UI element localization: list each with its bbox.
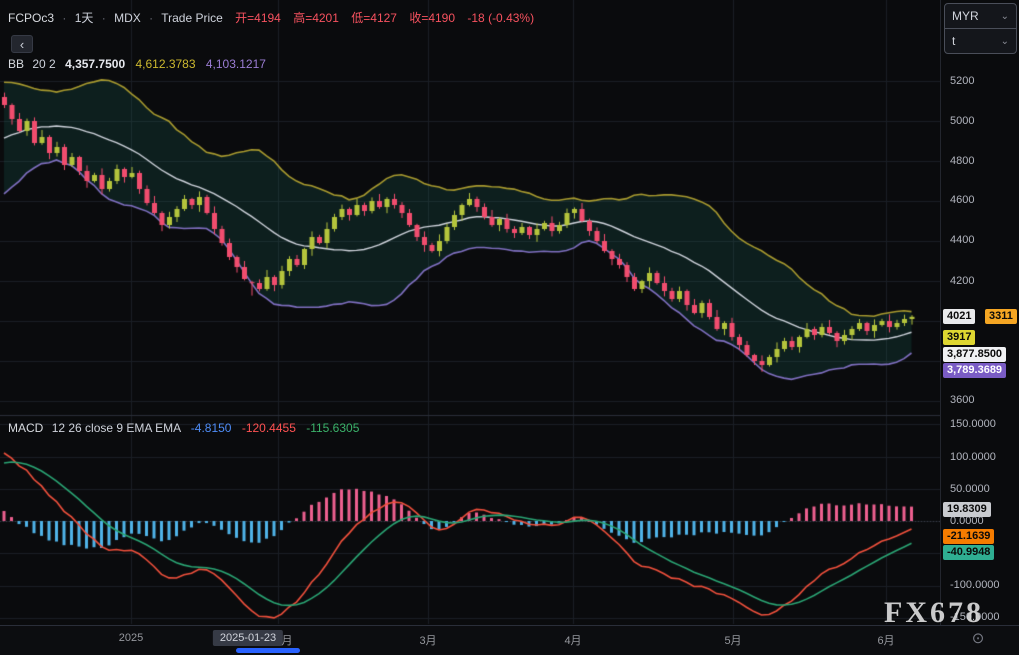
- chevron-down-icon: ⌄: [1001, 36, 1009, 47]
- price-tick: 5200: [950, 74, 974, 88]
- bb-name: BB: [8, 57, 24, 71]
- ohlc-low: 低=4127: [351, 11, 397, 25]
- macd-params: 12 26 close 9 EMA EMA: [52, 421, 181, 435]
- time-label: 2025: [119, 632, 143, 644]
- separator-dot: ·: [149, 11, 153, 25]
- last-price-badge: 4021: [943, 309, 975, 324]
- macd-tick: 100.0000: [950, 450, 996, 464]
- time-axis[interactable]: 2025 2025-01-23 月 3月 4月 5月 6月 ⊙: [0, 625, 1019, 655]
- macd-line-badge: -21.1639: [943, 529, 994, 544]
- macd-signal-badge: -40.9948: [943, 545, 994, 560]
- price-tick: 4600: [950, 193, 974, 207]
- time-label: 4月: [564, 632, 581, 648]
- chevron-down-icon: ⌄: [1001, 11, 1009, 22]
- bb-params: 20 2: [32, 57, 55, 71]
- bb-basis-badge: 3,877.8500: [943, 347, 1006, 362]
- macd-line-value: -120.4455: [242, 421, 296, 435]
- unit-select[interactable]: t ⌄: [945, 28, 1016, 53]
- price-tick: 3600: [950, 393, 974, 407]
- interval-label[interactable]: 1天: [75, 11, 94, 25]
- price-tick: 4200: [950, 274, 974, 288]
- scrollbar-thumb[interactable]: [236, 648, 300, 653]
- unit-value: t: [952, 34, 955, 48]
- bb-lower-value: 4,103.1217: [206, 57, 266, 71]
- bb-indicator-row[interactable]: BB 20 2 4,357.7500 4,612.3783 4,103.1217: [8, 57, 266, 71]
- trading-chart-app: FCPOc3 · 1天 · MDX · Trade Price 开=4194 高…: [0, 0, 1019, 655]
- bb-basis-value: 4,357.7500: [65, 57, 125, 71]
- separator-dot: ·: [62, 11, 66, 25]
- price-tick: 4400: [950, 233, 974, 247]
- currency-value: MYR: [952, 9, 979, 23]
- scroll-to-realtime-button[interactable]: ⊙: [968, 629, 988, 649]
- time-label: 3月: [419, 632, 436, 648]
- macd-indicator-row[interactable]: MACD 12 26 close 9 EMA EMA -4.8150 -120.…: [8, 421, 359, 435]
- price-tick: 5000: [950, 114, 974, 128]
- time-label: 6月: [877, 632, 894, 648]
- time-label: 5月: [724, 632, 741, 648]
- macd-tick: 50.0000: [950, 482, 990, 496]
- back-icon: ‹: [20, 37, 24, 52]
- ohlc-high: 高=4201: [293, 11, 339, 25]
- price-chart-canvas[interactable]: [0, 0, 940, 625]
- crosshair-date-badge: 2025-01-23: [213, 630, 283, 646]
- secondary-price-badge: 3311: [985, 309, 1017, 324]
- symbol-name[interactable]: FCPOc3: [8, 11, 54, 25]
- target-icon: ⊙: [972, 630, 985, 647]
- macd-hist-value: -4.8150: [191, 421, 232, 435]
- macd-name: MACD: [8, 421, 43, 435]
- macd-signal-value: -115.6305: [306, 421, 359, 435]
- time-label: 月: [282, 632, 293, 648]
- bb-upper-badge: 3917: [943, 330, 975, 345]
- currency-select[interactable]: MYR ⌄: [945, 4, 1016, 28]
- separator-dot: ·: [102, 11, 106, 25]
- macd-tick: -100.0000: [950, 578, 1000, 592]
- bb-upper-value: 4,612.3783: [135, 57, 195, 71]
- macd-tick: 150.0000: [950, 417, 996, 431]
- macd-hist-badge: 19.8309: [943, 502, 991, 517]
- ohlc-close: 收=4190: [409, 11, 455, 25]
- series-type-label: Trade Price: [161, 11, 223, 25]
- bb-lower-badge: 3,789.3689: [943, 363, 1006, 378]
- ohlc-change: -18 (-0.43%): [467, 11, 534, 25]
- currency-unit-panel: MYR ⌄ t ⌄: [944, 3, 1017, 54]
- back-button[interactable]: ‹: [11, 35, 33, 53]
- exchange-label: MDX: [114, 11, 141, 25]
- price-axis[interactable]: 5200 5000 4800 4600 4400 4200 3600 4021 …: [940, 0, 1019, 625]
- ohlc-open: 开=4194: [235, 11, 281, 25]
- price-tick: 4800: [950, 154, 974, 168]
- symbol-info-bar: FCPOc3 · 1天 · MDX · Trade Price 开=4194 高…: [8, 9, 534, 26]
